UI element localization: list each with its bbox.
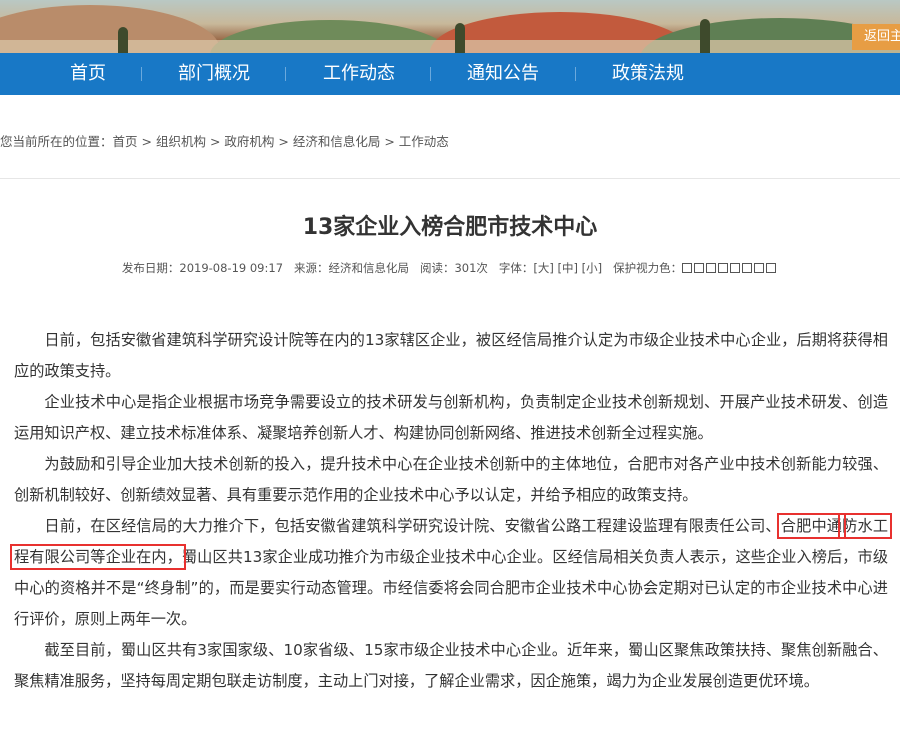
eye-protection-label: 保护视力色：: [613, 261, 683, 275]
color-swatch-2[interactable]: [694, 263, 705, 273]
nav-item-department[interactable]: 部门概况: [168, 53, 260, 95]
breadcrumb-separator: >: [274, 134, 293, 149]
color-swatch-8[interactable]: [766, 263, 777, 273]
highlighted-company-name: 合肥中通: [776, 513, 847, 539]
font-medium-button[interactable]: [中]: [558, 261, 578, 275]
color-swatch-4[interactable]: [718, 263, 729, 273]
breadcrumb: 您当前所在的位置：首页 > 组织机构 > 政府机构 > 经济和信息化局 > 工作…: [0, 131, 900, 149]
breadcrumb-item-home[interactable]: 首页: [113, 134, 138, 149]
paragraph: 为鼓励和引导企业加大技术创新的投入，提升技术中心在企业技术创新中的主体地位，合肥…: [14, 455, 888, 504]
banner-tree: [455, 23, 465, 53]
views-label: 阅读：: [419, 261, 455, 275]
banner-tree: [700, 19, 710, 53]
font-size-label: 字体：: [498, 261, 534, 275]
publish-date: 2019-08-19 09:17: [179, 261, 284, 275]
breadcrumb-separator: >: [380, 134, 399, 149]
color-swatch-7[interactable]: [754, 263, 765, 273]
nav-separator: [430, 67, 431, 81]
section-divider: [0, 178, 900, 179]
banner-lake: [0, 40, 900, 53]
banner-tree: [118, 27, 128, 53]
source-value: 经济和信息化局: [328, 261, 409, 275]
paragraph: 截至目前，蜀山区共有3家国家级、10家省级、15家市级企业技术中心企业。近年来，…: [14, 641, 888, 690]
breadcrumb-item-org[interactable]: 组织机构: [156, 134, 206, 149]
color-swatch-6[interactable]: [742, 263, 753, 273]
color-swatch-3[interactable]: [706, 263, 717, 273]
nav-separator: [141, 67, 142, 81]
nav-separator: [285, 67, 286, 81]
paragraph: 日前，包括安徽省建筑科学研究设计院等在内的13家辖区企业，被区经信局推介认定为市…: [14, 331, 888, 380]
article-title: 13家企业入榜合肥市技术中心: [302, 215, 598, 240]
breadcrumb-item-current[interactable]: 工作动态: [399, 134, 449, 149]
breadcrumb-prefix: 您当前所在的位置：: [0, 134, 113, 149]
date-label: 发布日期：: [121, 261, 180, 275]
nav-item-notices[interactable]: 通知公告: [457, 53, 549, 95]
back-home-button[interactable]: 返回主: [852, 24, 900, 50]
breadcrumb-item-gov[interactable]: 政府机构: [224, 134, 274, 149]
nav-item-home[interactable]: 首页: [58, 53, 118, 95]
eye-color-swatches: [682, 261, 778, 275]
breadcrumb-separator: >: [205, 134, 225, 149]
font-large-button[interactable]: [大]: [533, 261, 553, 275]
main-nav: 首页 部门概况 工作动态 通知公告 政策法规: [0, 53, 900, 95]
views-count: 301次: [454, 261, 488, 275]
nav-separator: [575, 67, 576, 81]
breadcrumb-item-bureau[interactable]: 经济和信息化局: [293, 134, 381, 149]
paragraph: 企业技术中心是指企业根据市场竞争需要设立的技术研发与创新机构，负责制定企业技术创…: [14, 393, 888, 442]
font-small-button[interactable]: [小]: [582, 261, 602, 275]
article-body: 日前，包括安徽省建筑科学研究设计院等在内的13家辖区企业，被区经信局推介认定为市…: [9, 325, 893, 697]
header-banner: 返回主: [0, 0, 900, 53]
source-label: 来源：: [293, 261, 329, 275]
paragraph: 日前，在区经信局的大力推介下，包括安徽省建筑科学研究设计院、安徽省公路工程建设监…: [9, 511, 893, 635]
nav-item-work-news[interactable]: 工作动态: [313, 53, 405, 95]
breadcrumb-separator: >: [137, 134, 156, 149]
paragraph-text: 日前，在区经信局的大力推介下，包括安徽省建筑科学研究设计院、安徽省公路工程建设监…: [44, 517, 781, 535]
color-swatch-5[interactable]: [730, 263, 741, 273]
article-meta: 发布日期：2019-08-19 09:17 来源：经济和信息化局 阅读：301次…: [0, 260, 900, 276]
nav-item-policies[interactable]: 政策法规: [602, 53, 694, 95]
color-swatch-1[interactable]: [682, 263, 693, 273]
